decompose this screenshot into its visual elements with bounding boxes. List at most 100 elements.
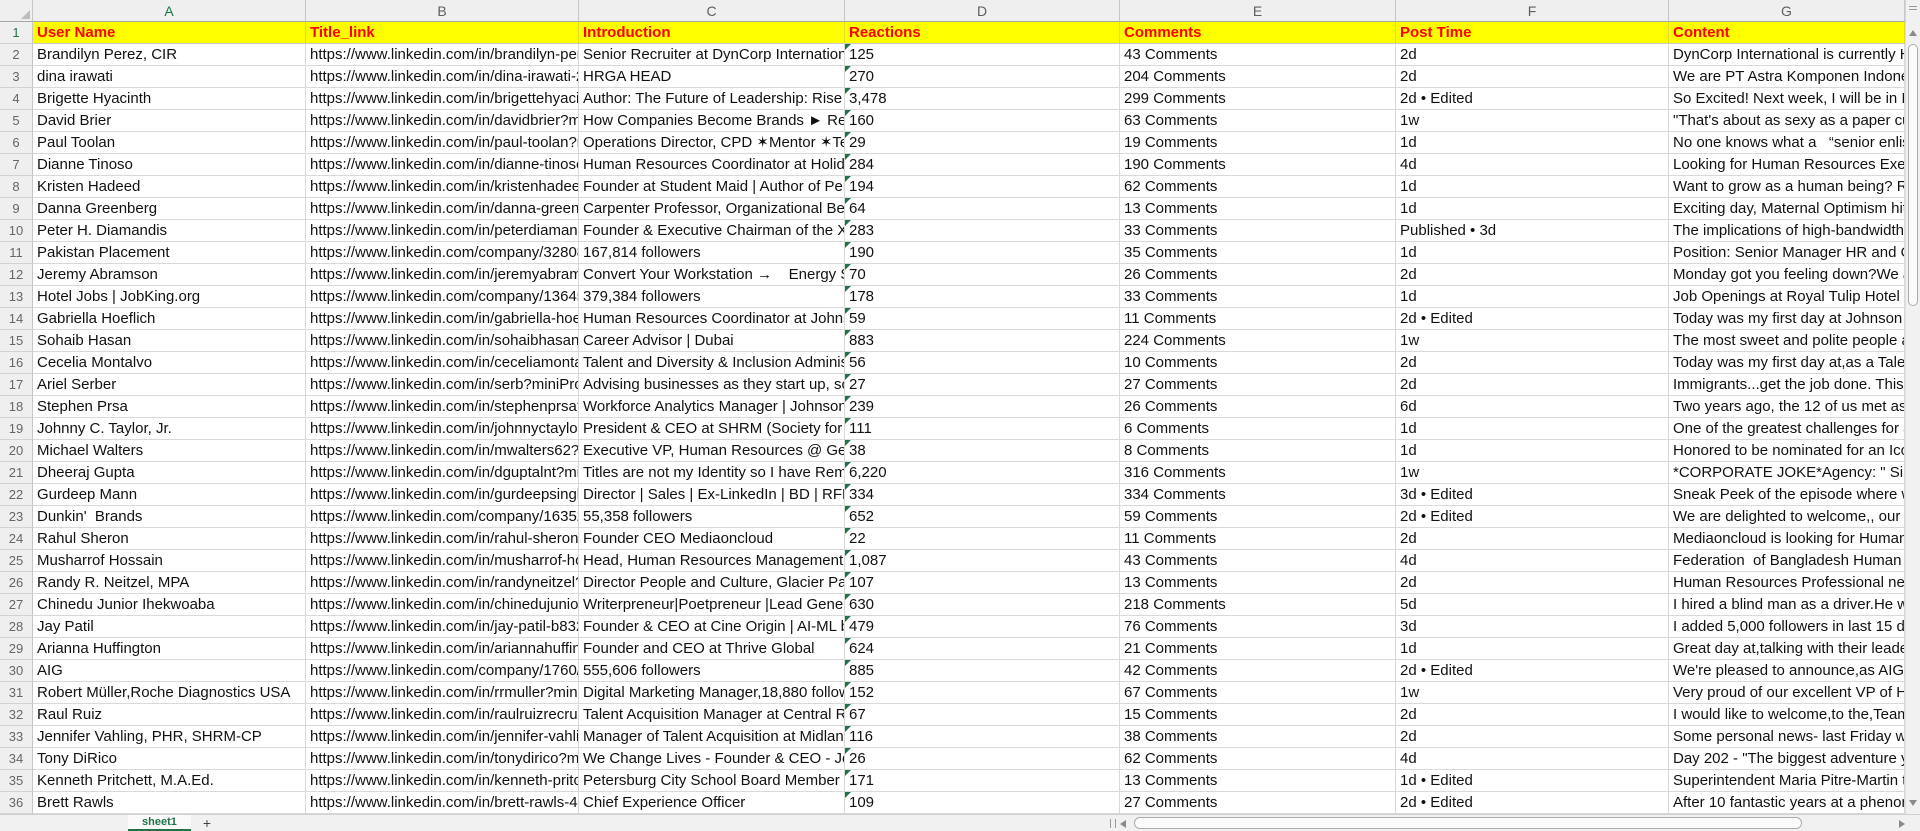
column-header-C[interactable]: C: [579, 0, 845, 22]
cell-content[interactable]: Monday got you feeling down?We all: [1669, 264, 1905, 286]
row-number[interactable]: 33: [0, 726, 33, 748]
cell-react[interactable]: 160: [845, 110, 1120, 132]
row-number[interactable]: 10: [0, 220, 33, 242]
cell-react[interactable]: 111: [845, 418, 1120, 440]
row-number[interactable]: 25: [0, 550, 33, 572]
cell-link[interactable]: https://www.linkedin.com/in/jeremyabrams…: [306, 264, 579, 286]
cell-link[interactable]: https://www.linkedin.com/in/ariannahuffi…: [306, 638, 579, 660]
cell-content[interactable]: Today was my first day at,as a Talent: [1669, 352, 1905, 374]
select-all-button[interactable]: [0, 0, 33, 22]
cell-user[interactable]: Pakistan Placement: [33, 242, 306, 264]
cell-time[interactable]: 2d: [1396, 572, 1669, 594]
cell-time[interactable]: 4d: [1396, 154, 1669, 176]
cell-user[interactable]: Dianne Tinoso: [33, 154, 306, 176]
cell-user[interactable]: Ariel Serber: [33, 374, 306, 396]
cell-intro[interactable]: Founder at Student Maid | Author of Perm…: [579, 176, 845, 198]
cell-user[interactable]: Musharrof Hossain: [33, 550, 306, 572]
cell-com[interactable]: 15 Comments: [1120, 704, 1396, 726]
cell-intro[interactable]: Carpenter Professor, Organizational Beha…: [579, 198, 845, 220]
cell-intro[interactable]: President & CEO at SHRM (Society for Hum: [579, 418, 845, 440]
cell-link[interactable]: https://www.linkedin.com/in/brett-rawls-…: [306, 792, 579, 814]
cell-react[interactable]: 630: [845, 594, 1120, 616]
cell-time[interactable]: 2d: [1396, 66, 1669, 88]
row-number[interactable]: 32: [0, 704, 33, 726]
cell-user[interactable]: Jeremy Abramson: [33, 264, 306, 286]
cell-com[interactable]: 67 Comments: [1120, 682, 1396, 704]
cell-time[interactable]: 1w: [1396, 682, 1669, 704]
header-cell-com[interactable]: Comments: [1120, 22, 1396, 44]
cell-time[interactable]: 3d: [1396, 616, 1669, 638]
cell-react[interactable]: 56: [845, 352, 1120, 374]
cell-com[interactable]: 13 Comments: [1120, 572, 1396, 594]
cell-content[interactable]: Job Openings at Royal Tulip Hotel Mu: [1669, 286, 1905, 308]
cell-react[interactable]: 883: [845, 330, 1120, 352]
header-cell-intro[interactable]: Introduction: [579, 22, 845, 44]
cell-link[interactable]: https://www.linkedin.com/in/gurdeepsingh…: [306, 484, 579, 506]
cell-link[interactable]: https://www.linkedin.com/in/musharrof-ho…: [306, 550, 579, 572]
cell-com[interactable]: 35 Comments: [1120, 242, 1396, 264]
cell-com[interactable]: 6 Comments: [1120, 418, 1396, 440]
cell-react[interactable]: 152: [845, 682, 1120, 704]
cell-user[interactable]: Jay Patil: [33, 616, 306, 638]
cell-time[interactable]: 1d: [1396, 638, 1669, 660]
cell-content[interactable]: I hired a blind man as a driver.He was: [1669, 594, 1905, 616]
cell-react[interactable]: 194: [845, 176, 1120, 198]
cell-react[interactable]: 3,478: [845, 88, 1120, 110]
cell-react[interactable]: 178: [845, 286, 1120, 308]
cell-time[interactable]: 1d • Edited: [1396, 770, 1669, 792]
column-header-G[interactable]: G: [1669, 0, 1905, 22]
cell-link[interactable]: https://www.linkedin.com/in/johnnyctaylo…: [306, 418, 579, 440]
cell-time[interactable]: 1d: [1396, 132, 1669, 154]
cell-time[interactable]: 2d • Edited: [1396, 308, 1669, 330]
header-cell-link[interactable]: Title_link: [306, 22, 579, 44]
cell-content[interactable]: Want to grow as a human being? Read: [1669, 176, 1905, 198]
cell-react[interactable]: 116: [845, 726, 1120, 748]
cell-user[interactable]: Hotel Jobs | JobKing.org: [33, 286, 306, 308]
cell-react[interactable]: 190: [845, 242, 1120, 264]
row-number[interactable]: 30: [0, 660, 33, 682]
cell-time[interactable]: 6d: [1396, 396, 1669, 418]
cell-com[interactable]: 190 Comments: [1120, 154, 1396, 176]
cell-time[interactable]: 1d: [1396, 198, 1669, 220]
cell-link[interactable]: https://www.linkedin.com/in/randyneitzel…: [306, 572, 579, 594]
cell-com[interactable]: 224 Comments: [1120, 330, 1396, 352]
cell-intro[interactable]: Talent and Diversity & Inclusion Adminis…: [579, 352, 845, 374]
cell-time[interactable]: 2d: [1396, 264, 1669, 286]
cell-link[interactable]: https://www.linkedin.com/in/stephenprsa?…: [306, 396, 579, 418]
row-number[interactable]: 17: [0, 374, 33, 396]
cell-user[interactable]: Cecelia Montalvo: [33, 352, 306, 374]
row-number[interactable]: 19: [0, 418, 33, 440]
cell-com[interactable]: 21 Comments: [1120, 638, 1396, 660]
row-number[interactable]: 34: [0, 748, 33, 770]
cell-react[interactable]: 284: [845, 154, 1120, 176]
cell-link[interactable]: https://www.linkedin.com/in/mwalters62?m: [306, 440, 579, 462]
row-number[interactable]: 2: [0, 44, 33, 66]
cell-content[interactable]: Some personal news- last Friday was: [1669, 726, 1905, 748]
cell-com[interactable]: 33 Comments: [1120, 220, 1396, 242]
scroll-up-icon[interactable]: [1909, 30, 1917, 36]
vertical-split-handle[interactable]: [1905, 0, 1920, 22]
row-number[interactable]: 15: [0, 330, 33, 352]
cell-intro[interactable]: Founder and CEO at Thrive Global: [579, 638, 845, 660]
row-number[interactable]: 7: [0, 154, 33, 176]
cell-link[interactable]: https://www.linkedin.com/in/dguptalnt?mi…: [306, 462, 579, 484]
cell-time[interactable]: 3d • Edited: [1396, 484, 1669, 506]
cell-time[interactable]: 2d: [1396, 374, 1669, 396]
cell-com[interactable]: 10 Comments: [1120, 352, 1396, 374]
cell-link[interactable]: https://www.linkedin.com/in/brandilyn-pe…: [306, 44, 579, 66]
cell-link[interactable]: https://www.linkedin.com/in/jennifer-vah…: [306, 726, 579, 748]
cell-com[interactable]: 11 Comments: [1120, 528, 1396, 550]
cell-com[interactable]: 11 Comments: [1120, 308, 1396, 330]
cell-react[interactable]: 652: [845, 506, 1120, 528]
cell-user[interactable]: Tony DiRico: [33, 748, 306, 770]
cell-time[interactable]: 1w: [1396, 462, 1669, 484]
cell-user[interactable]: Paul Toolan: [33, 132, 306, 154]
cell-react[interactable]: 624: [845, 638, 1120, 660]
cell-link[interactable]: https://www.linkedin.com/in/dianne-tinos…: [306, 154, 579, 176]
cell-intro[interactable]: Manager of Talent Acquisition at Midland…: [579, 726, 845, 748]
cell-content[interactable]: No one knows what a “senior enlisted: [1669, 132, 1905, 154]
cell-react[interactable]: 109: [845, 792, 1120, 814]
cell-com[interactable]: 26 Comments: [1120, 396, 1396, 418]
cell-time[interactable]: 1d: [1396, 440, 1669, 462]
cell-com[interactable]: 62 Comments: [1120, 748, 1396, 770]
